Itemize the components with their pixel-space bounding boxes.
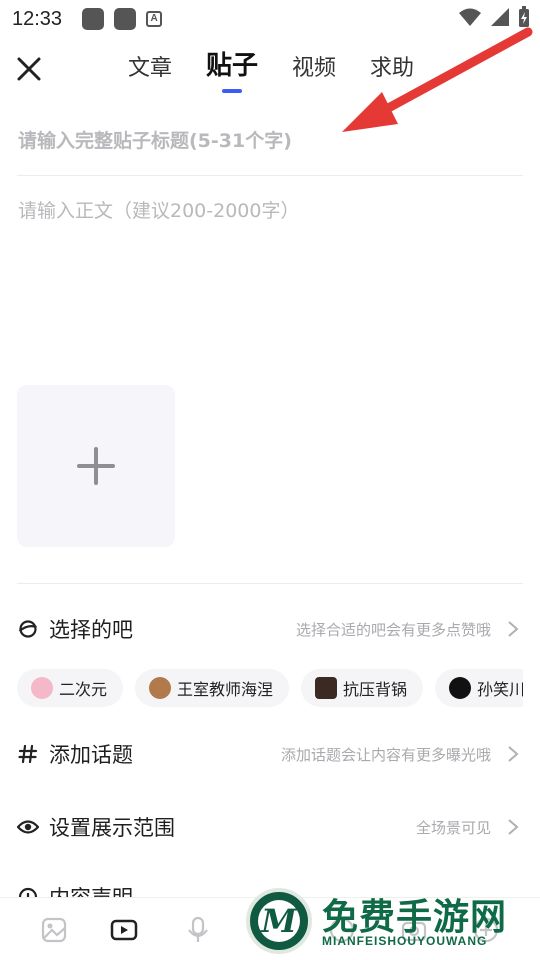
notification-icon xyxy=(82,8,105,30)
active-tab-indicator xyxy=(222,89,243,93)
chevron-right-icon xyxy=(508,819,519,835)
select-bar-label: 选择的吧 xyxy=(49,618,133,642)
display-scope-value: 全场景可见 xyxy=(415,818,491,837)
image-icon[interactable] xyxy=(40,916,68,944)
post-body-input[interactable] xyxy=(18,196,523,366)
bar-avatar xyxy=(149,677,172,699)
bar-chip[interactable]: 二次元 xyxy=(17,669,124,707)
chevron-right-icon xyxy=(508,621,519,637)
hashtag-icon xyxy=(17,743,39,765)
select-bar-hint: 选择合适的吧会有更多点赞哦 xyxy=(295,620,491,639)
watermark-logo: M xyxy=(246,888,312,954)
bar-avatar xyxy=(449,677,472,699)
divider xyxy=(17,175,523,176)
font-icon: A xyxy=(146,11,163,27)
bar-chip[interactable]: 王室教师海涅 xyxy=(135,669,290,707)
notification-icon xyxy=(114,8,137,30)
bar-avatar xyxy=(315,677,338,699)
tab-article[interactable]: 文章 xyxy=(128,54,172,84)
divider xyxy=(17,583,523,584)
add-topic-hint: 添加话题会让内容有更多曝光哦 xyxy=(280,745,491,764)
bar-suggestions: 二次元 王室教师海涅 抗压背锅 孙笑川 xyxy=(17,669,523,707)
add-media-button[interactable] xyxy=(17,385,175,547)
annotation-arrow xyxy=(342,27,533,132)
microphone-icon[interactable] xyxy=(184,916,212,944)
bar-chip[interactable]: 孙笑川 xyxy=(435,669,523,707)
select-bar-row[interactable]: 选择的吧 选择合适的吧会有更多点赞哦 xyxy=(17,604,523,654)
bar-chip[interactable]: 抗压背锅 xyxy=(301,669,424,707)
site-watermark: M 免费手游网 MIANFEISHOUYOUWANG xyxy=(244,886,540,956)
tab-post[interactable]: 贴子 xyxy=(206,51,258,93)
eye-icon xyxy=(17,816,39,838)
bar-icon xyxy=(17,618,39,640)
watermark-subtitle: MIANFEISHOUYOUWANG xyxy=(322,934,488,948)
video-icon[interactable] xyxy=(110,916,138,944)
add-topic-row[interactable]: 添加话题 添加话题会让内容有更多曝光哦 xyxy=(17,729,523,779)
chevron-right-icon xyxy=(508,746,519,762)
display-scope-row[interactable]: 设置展示范围 全场景可见 xyxy=(17,802,523,852)
status-time: 12:33 xyxy=(12,7,63,30)
close-icon[interactable] xyxy=(14,54,44,84)
display-scope-label: 设置展示范围 xyxy=(49,816,175,840)
bar-avatar xyxy=(31,677,53,699)
watermark-title: 免费手游网 xyxy=(322,897,508,938)
add-topic-label: 添加话题 xyxy=(49,743,133,767)
